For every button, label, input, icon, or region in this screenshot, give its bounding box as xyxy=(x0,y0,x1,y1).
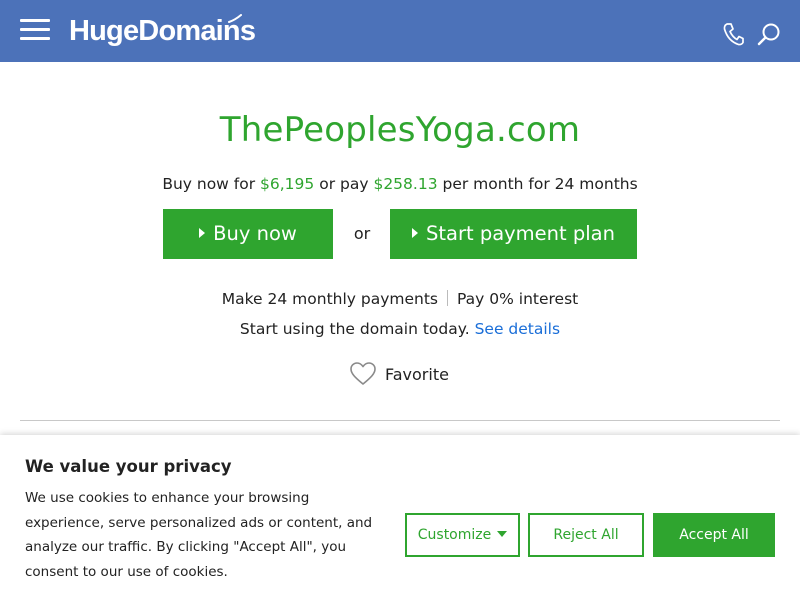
monthly-price: $258.13 xyxy=(373,175,438,193)
customize-label: Customize xyxy=(417,527,492,543)
or-separator: or xyxy=(353,224,371,243)
caret-down-icon xyxy=(497,531,508,537)
heart-icon xyxy=(350,362,376,385)
payment-features: Make 24 monthly payments Pay 0% interest xyxy=(0,287,800,311)
top-navigation-bar: HugeDomains xyxy=(0,0,800,62)
menu-bar-line xyxy=(20,28,50,31)
feature-divider xyxy=(447,290,448,306)
buy-price: $6,195 xyxy=(260,175,315,193)
price-prefix: Buy now for xyxy=(162,175,256,193)
menu-bar-line xyxy=(20,19,50,22)
price-middle-text: or pay xyxy=(319,175,369,193)
search-icon[interactable] xyxy=(757,22,781,46)
cookie-consent-banner: We value your privacy We use cookies to … xyxy=(0,435,800,600)
see-details-link[interactable]: See details xyxy=(475,320,560,338)
details-text: Start using the domain today. xyxy=(239,320,470,338)
play-arrow-icon xyxy=(411,227,418,238)
content-divider xyxy=(20,420,780,421)
cookie-title: We value your privacy xyxy=(25,457,232,476)
logo-swoosh-icon xyxy=(228,14,242,23)
price-summary: Buy now for $6,195 or pay $258.13 per mo… xyxy=(0,172,800,196)
hamburger-menu-icon[interactable] xyxy=(20,17,50,41)
buy-now-label: Buy now xyxy=(213,222,297,245)
customize-button[interactable]: Customize xyxy=(405,513,520,557)
reject-all-button[interactable]: Reject All xyxy=(528,513,644,557)
play-arrow-icon xyxy=(199,227,206,238)
phone-icon[interactable] xyxy=(722,22,744,46)
favorite-label: Favorite xyxy=(385,365,449,384)
start-payment-plan-button[interactable]: Start payment plan xyxy=(390,209,637,259)
accept-all-button[interactable]: Accept All xyxy=(653,513,775,557)
buy-now-button[interactable]: Buy now xyxy=(163,209,333,259)
payment-plan-label: Start payment plan xyxy=(425,222,615,245)
domain-name-heading: ThePeoplesYoga.com xyxy=(219,110,581,150)
feature-zero-interest: Pay 0% interest xyxy=(457,290,579,308)
price-suffix: per month for 24 months xyxy=(442,175,638,193)
details-line: Start using the domain today. See detail… xyxy=(0,317,800,341)
feature-monthly-payments: Make 24 monthly payments xyxy=(221,290,438,308)
menu-bar-line xyxy=(20,37,50,40)
cookie-description: We use cookies to enhance your browsing … xyxy=(25,490,373,580)
